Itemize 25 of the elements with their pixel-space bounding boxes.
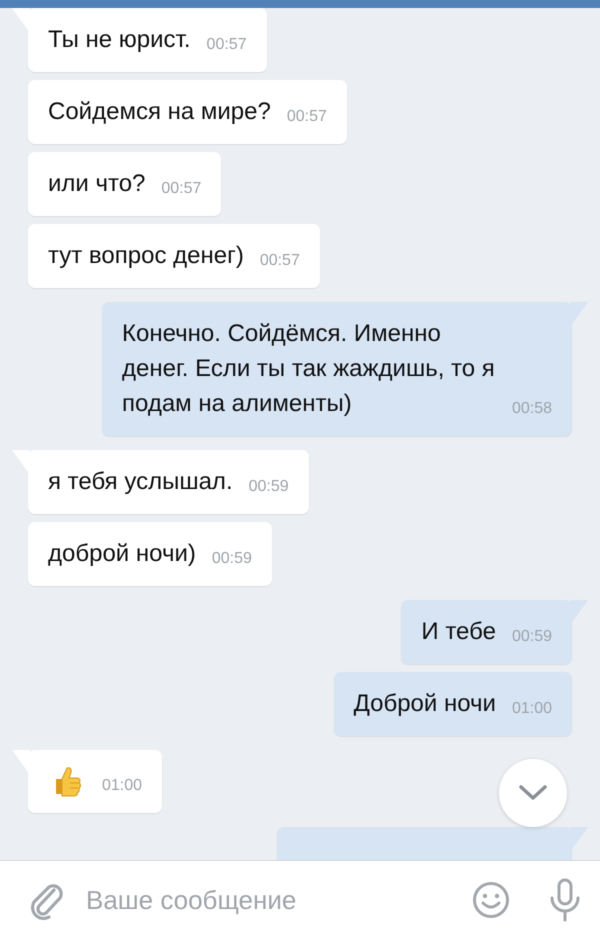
chevron-down-icon [518, 784, 548, 802]
message-time: 00:58 [512, 399, 552, 419]
message-composer[interactable]: Ваше сообщение [0, 860, 600, 939]
message-time: 00:57 [260, 251, 300, 271]
message-time: 00:59 [512, 627, 552, 647]
message-text: Конечно. Сойдёмся. Именно денег. Если ты так жаждишь, то я подам на алименты) [122, 319, 496, 419]
message-text: Сойдемся на мире? [48, 97, 271, 127]
smiley-icon[interactable] [472, 881, 510, 919]
message-time: 00:57 [206, 35, 247, 55]
message-time: 00:57 [286, 107, 327, 127]
message-time: 00:57 [161, 179, 202, 199]
message-time: 00:59 [212, 549, 252, 569]
message-time: 01:00 [512, 699, 552, 719]
scroll-down-button[interactable] [499, 759, 567, 827]
message-text: Доброй ночи [354, 689, 496, 719]
message-text: я тебя услышал. [48, 467, 233, 497]
message-time: 01:00 [102, 776, 142, 796]
microphone-icon[interactable] [548, 878, 582, 922]
message-text: Ты не юрист. [48, 25, 191, 55]
message-text: И тебе [421, 617, 496, 647]
message-text: или что? [48, 169, 146, 199]
message-field[interactable]: Ваше сообщение [86, 880, 472, 920]
message-text: тут вопрос денег) [48, 241, 244, 271]
message-time: 00:59 [248, 477, 289, 497]
message-text: доброй ночи) [48, 539, 196, 569]
